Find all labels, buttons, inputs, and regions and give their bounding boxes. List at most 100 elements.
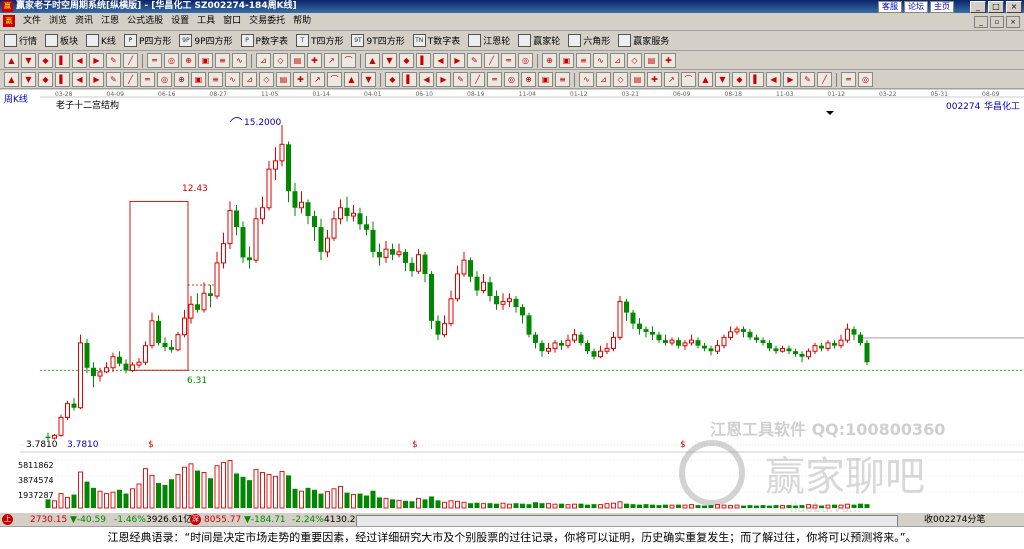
draw-tool-icon-5[interactable]: ▶: [89, 72, 104, 87]
draw-tool-icon-13[interactable]: ∿: [225, 72, 240, 87]
gann-tool-icon-13[interactable]: ∿: [232, 53, 247, 68]
draw-tool-icon-40[interactable]: ▲: [698, 72, 713, 87]
nav-button-0[interactable]: 行情: [4, 34, 37, 47]
forum-link[interactable]: 论坛: [904, 1, 928, 13]
draw-tool-icon-39[interactable]: ⌒: [681, 72, 696, 87]
gann-tool-icon-36[interactable]: ▤: [644, 53, 659, 68]
gann-tool-icon-31[interactable]: ▣: [559, 53, 574, 68]
menu-item-5[interactable]: 设置: [167, 13, 193, 30]
gann-tool-icon-30[interactable]: ⊕: [542, 53, 557, 68]
draw-tool-icon-22[interactable]: ◆: [385, 72, 400, 87]
draw-tool-icon-4[interactable]: ◀: [72, 72, 87, 87]
draw-tool-icon-27[interactable]: ╱: [470, 72, 485, 87]
gann-tool-icon-24[interactable]: ◀: [433, 53, 448, 68]
chart-area[interactable]: 03-28 04-09 06-16 08-27 11-05 01-14 04-01 06-10…: [0, 90, 1024, 512]
menu-item-2[interactable]: 资讯: [71, 13, 97, 30]
gann-tool-icon-25[interactable]: ▶: [450, 53, 465, 68]
draw-tool-icon-12[interactable]: ≡: [208, 72, 223, 87]
nav-button-8[interactable]: TN T数字表: [412, 34, 460, 47]
draw-tool-icon-26[interactable]: ✎: [453, 72, 468, 87]
nav-button-9[interactable]: 江恩轮: [468, 34, 510, 47]
menu-item-1[interactable]: 浏览: [45, 13, 71, 30]
gann-tool-icon-8[interactable]: ═: [147, 53, 162, 68]
gann-tool-icon-18[interactable]: ↗: [324, 53, 339, 68]
draw-tool-icon-15[interactable]: ◇: [259, 72, 274, 87]
gann-tool-icon-10[interactable]: ⊕: [181, 53, 196, 68]
nav-button-3[interactable]: P P四方形: [123, 34, 171, 47]
draw-tool-icon-32[interactable]: ≡: [555, 72, 570, 87]
draw-tool-icon-6[interactable]: ✎: [106, 72, 121, 87]
gann-tool-icon-27[interactable]: ╱: [484, 53, 499, 68]
draw-tool-icon-2[interactable]: ◆: [38, 72, 53, 87]
draw-tool-icon-49[interactable]: ◎: [858, 72, 873, 87]
draw-tool-icon-47[interactable]: ╱: [817, 72, 832, 87]
menu-item-6[interactable]: 工具: [193, 13, 219, 30]
menu-item-4[interactable]: 公式选股: [123, 13, 167, 30]
draw-tool-icon-1[interactable]: ▼: [21, 72, 36, 87]
gann-tool-icon-22[interactable]: ◆: [399, 53, 414, 68]
draw-tool-icon-0[interactable]: ▲: [4, 72, 19, 87]
draw-tool-icon-44[interactable]: ◀: [766, 72, 781, 87]
maximize-icon[interactable]: □: [988, 1, 1004, 13]
gann-tool-icon-6[interactable]: ✎: [106, 53, 121, 68]
draw-tool-icon-34[interactable]: ⊿: [596, 72, 611, 87]
draw-tool-icon-41[interactable]: ▼: [715, 72, 730, 87]
nav-button-5[interactable]: P P数字表: [240, 34, 288, 47]
nav-button-12[interactable]: 赢家服务: [618, 34, 669, 47]
gann-tool-icon-1[interactable]: ▼: [21, 53, 36, 68]
child-minimize-icon[interactable]: _: [974, 16, 988, 28]
menu-item-9[interactable]: 帮助: [289, 13, 315, 30]
draw-tool-icon-19[interactable]: ⌒: [327, 72, 342, 87]
draw-tool-icon-9[interactable]: ◎: [157, 72, 172, 87]
draw-tool-icon-36[interactable]: ▤: [630, 72, 645, 87]
draw-tool-icon-20[interactable]: ▲: [344, 72, 359, 87]
nav-button-2[interactable]: K线: [86, 34, 116, 47]
gann-tool-icon-21[interactable]: ▼: [382, 53, 397, 68]
gann-tool-icon-19[interactable]: ⌒: [341, 53, 356, 68]
gann-tool-icon-9[interactable]: ◎: [164, 53, 179, 68]
gann-tool-icon-3[interactable]: ▌: [55, 53, 70, 68]
sh-index-icon[interactable]: 上: [2, 514, 13, 525]
close-icon[interactable]: ×: [1006, 1, 1022, 13]
draw-tool-icon-25[interactable]: ▶: [436, 72, 451, 87]
menu-item-8[interactable]: 交易委托: [245, 13, 289, 30]
draw-tool-icon-16[interactable]: ▤: [276, 72, 291, 87]
draw-tool-icon-10[interactable]: ⊕: [174, 72, 189, 87]
gann-tool-icon-34[interactable]: ⊿: [610, 53, 625, 68]
draw-tool-icon-43[interactable]: ▌: [749, 72, 764, 87]
draw-tool-icon-28[interactable]: ═: [487, 72, 502, 87]
nav-button-4[interactable]: 9P 9P四方形: [179, 34, 233, 47]
draw-tool-icon-14[interactable]: ⊿: [242, 72, 257, 87]
draw-tool-icon-31[interactable]: ▣: [538, 72, 553, 87]
draw-tool-icon-38[interactable]: ↗: [664, 72, 679, 87]
nav-button-6[interactable]: T T四方形: [295, 34, 343, 47]
child-restore-icon[interactable]: ▫: [990, 16, 1004, 28]
nav-button-10[interactable]: 赢家轮: [518, 34, 560, 47]
draw-tool-icon-23[interactable]: ▌: [402, 72, 417, 87]
draw-tool-icon-37[interactable]: ✚: [647, 72, 662, 87]
gann-tool-icon-17[interactable]: ✚: [307, 53, 322, 68]
draw-tool-icon-46[interactable]: ✎: [800, 72, 815, 87]
gann-tool-icon-11[interactable]: ▣: [198, 53, 213, 68]
draw-tool-icon-7[interactable]: ╱: [123, 72, 138, 87]
kline-chart[interactable]: 03-28 04-09 06-16 08-27 11-05 01-14 04-01 06-10…: [0, 90, 1024, 512]
gann-tool-icon-14[interactable]: ⊿: [256, 53, 271, 68]
gann-tool-icon-4[interactable]: ◀: [72, 53, 87, 68]
sz-index-icon[interactable]: 深: [190, 514, 201, 525]
gann-tool-icon-5[interactable]: ▶: [89, 53, 104, 68]
draw-tool-icon-3[interactable]: ▌: [55, 72, 70, 87]
draw-tool-icon-8[interactable]: ═: [140, 72, 155, 87]
nav-button-1[interactable]: 板块: [45, 34, 78, 47]
gann-tool-icon-23[interactable]: ▌: [416, 53, 431, 68]
draw-tool-icon-48[interactable]: ═: [841, 72, 856, 87]
draw-tool-icon-21[interactable]: ▼: [361, 72, 376, 87]
gann-tool-icon-29[interactable]: ◎: [518, 53, 533, 68]
gann-tool-icon-0[interactable]: ▲: [4, 53, 19, 68]
gann-tool-icon-26[interactable]: ✎: [467, 53, 482, 68]
gann-tool-icon-2[interactable]: ◆: [38, 53, 53, 68]
gann-tool-icon-12[interactable]: ≡: [215, 53, 230, 68]
gann-tool-icon-37[interactable]: ✚: [661, 53, 676, 68]
draw-tool-icon-35[interactable]: ◇: [613, 72, 628, 87]
draw-tool-icon-45[interactable]: ▶: [783, 72, 798, 87]
draw-tool-icon-18[interactable]: ↗: [310, 72, 325, 87]
